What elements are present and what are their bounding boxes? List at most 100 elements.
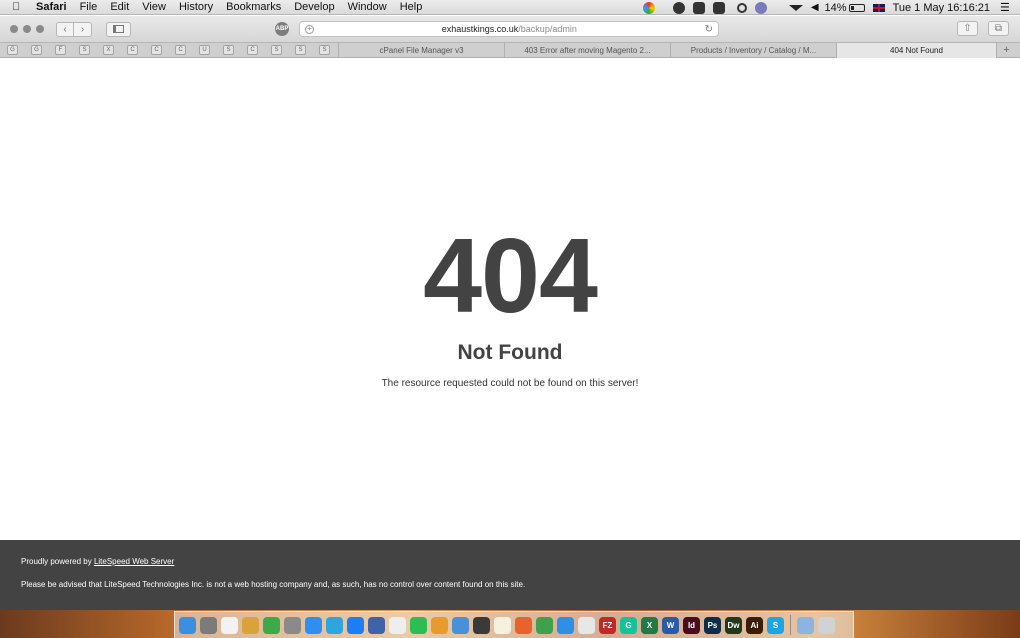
excel-icon[interactable]: X <box>641 616 658 634</box>
pinned-tab[interactable]: C <box>151 45 162 55</box>
photoshop-icon[interactable]: Ps <box>704 616 721 634</box>
search-icon[interactable] <box>736 2 747 13</box>
litespeed-link[interactable]: LiteSpeed Web Server <box>94 557 174 566</box>
menu-app-name[interactable]: Safari <box>36 1 67 13</box>
text-editor-icon[interactable] <box>494 616 511 634</box>
close-window-button[interactable] <box>10 25 18 33</box>
address-bar[interactable]: + exhaustkings.co.uk/backup/admin ↻ <box>299 21 719 37</box>
firefox-icon[interactable] <box>515 616 532 634</box>
dreamweaver-icon[interactable]: Dw <box>725 616 742 634</box>
share-button[interactable]: ⇧ <box>957 21 978 36</box>
tab-403-error[interactable]: 403 Error after moving Magento 2... <box>504 42 670 58</box>
menu-develop[interactable]: Develop <box>294 1 334 13</box>
menu-edit[interactable]: Edit <box>110 1 129 13</box>
clapper-app-icon[interactable] <box>473 616 490 634</box>
url-text[interactable]: exhaustkings.co.uk/backup/admin <box>314 24 705 34</box>
error-code: 404 <box>423 217 598 335</box>
image-app-icon[interactable] <box>368 616 385 634</box>
pinned-tab[interactable]: S <box>295 45 306 55</box>
folder-app-icon[interactable] <box>452 616 469 634</box>
contact-status-icon[interactable] <box>712 1 725 14</box>
sidebar-toggle-button[interactable] <box>106 21 131 37</box>
finder-icon[interactable] <box>179 616 196 634</box>
sublime-text-icon[interactable] <box>431 616 448 634</box>
system-preferences-icon[interactable] <box>200 616 217 634</box>
spotify-icon[interactable] <box>410 616 427 634</box>
apple-icon[interactable]:  <box>12 1 26 13</box>
menu-help[interactable]: Help <box>400 1 423 13</box>
pinned-tab[interactable]: G <box>7 45 18 55</box>
reload-icon[interactable]: ↻ <box>705 24 713 35</box>
battery-percent: 14% <box>824 1 847 14</box>
app-store-icon[interactable] <box>305 616 322 634</box>
tab-products-inventory[interactable]: Products / Inventory / Catalog / M... <box>670 42 836 58</box>
pinned-tab[interactable]: S <box>271 45 282 55</box>
input-source-flag-icon[interactable] <box>872 3 885 12</box>
tab-cpanel-file-manager[interactable]: cPanel File Manager v3 <box>338 42 504 58</box>
vpn-status-icon[interactable] <box>754 1 767 14</box>
tab-404-not-found[interactable]: 404 Not Found <box>836 42 996 58</box>
menubar-clock[interactable]: Tue 1 May 16:16:21 <box>893 2 990 14</box>
minimize-window-button[interactable] <box>23 25 31 33</box>
powered-by-line: Proudly powered by LiteSpeed Web Server <box>21 557 174 566</box>
pinned-tab[interactable]: G <box>31 45 42 55</box>
colorful-status-icon[interactable] <box>642 1 655 14</box>
dock-separator <box>790 615 791 635</box>
url-host: exhaustkings.co.uk <box>441 24 519 34</box>
pinned-tab[interactable]: F <box>55 45 66 55</box>
skype-status-icon[interactable] <box>672 1 685 14</box>
telegram-icon[interactable] <box>326 616 343 634</box>
zoom-window-button[interactable] <box>36 25 44 33</box>
notification-center-icon[interactable]: ☰ <box>1000 1 1012 14</box>
indesign-icon[interactable]: Id <box>683 616 700 634</box>
skype-icon[interactable]: S <box>767 616 784 634</box>
dock: FZ G X W Id Ps Dw Ai S <box>174 611 854 638</box>
filezilla-icon[interactable]: FZ <box>599 616 616 634</box>
status-area: ◀ 14% Tue 1 May 16:16:21 ☰ <box>639 0 1020 15</box>
pinned-tab[interactable]: C <box>247 45 258 55</box>
pinned-tab[interactable]: S <box>79 45 90 55</box>
add-bookmark-icon[interactable]: + <box>305 24 314 34</box>
illustrator-icon[interactable]: Ai <box>746 616 763 634</box>
menu-bookmarks[interactable]: Bookmarks <box>226 1 281 13</box>
menu-history[interactable]: History <box>179 1 213 13</box>
rocket-app-icon[interactable] <box>284 616 301 634</box>
nav-buttons: ‹ › <box>56 21 92 37</box>
pinned-tab[interactable]: S <box>319 45 330 55</box>
calendar-icon[interactable] <box>221 616 238 634</box>
pinned-tab[interactable]: S <box>223 45 234 55</box>
battery-icon[interactable] <box>848 3 865 12</box>
grammarly-icon[interactable]: G <box>620 616 637 634</box>
pinned-tab[interactable]: C <box>127 45 138 55</box>
back-button[interactable]: ‹ <box>56 21 74 37</box>
show-all-tabs-button[interactable]: ⧉ <box>988 21 1009 36</box>
new-tab-button[interactable]: + <box>996 42 1016 58</box>
menu-file[interactable]: File <box>80 1 98 13</box>
downloads-folder-icon[interactable] <box>797 616 814 634</box>
safari-icon[interactable] <box>557 616 574 634</box>
itunes-icon[interactable] <box>578 616 595 634</box>
adblock-plus-icon[interactable]: ABP <box>275 22 289 36</box>
hosting-notice: Please be advised that LiteSpeed Technol… <box>21 580 526 589</box>
menu-window[interactable]: Window <box>348 1 387 13</box>
menu-bar:  Safari File Edit View History Bookmark… <box>0 0 1020 15</box>
error-description: The resource requested could not be foun… <box>381 378 639 389</box>
messenger-icon[interactable] <box>347 616 364 634</box>
word-icon[interactable]: W <box>662 616 679 634</box>
wifi-icon[interactable] <box>788 4 803 11</box>
chevron-left-icon: ‹ <box>63 23 67 35</box>
vpn-shield-icon[interactable] <box>263 616 280 634</box>
pinned-tab[interactable]: C <box>175 45 186 55</box>
pinned-tab[interactable]: X <box>103 45 114 55</box>
chevron-right-icon: › <box>80 23 85 35</box>
pinned-tab[interactable]: U <box>199 45 210 55</box>
chrome-icon[interactable] <box>536 616 553 634</box>
s-status-icon[interactable] <box>692 1 705 14</box>
document-app-icon[interactable] <box>389 616 406 634</box>
forward-button[interactable]: › <box>74 21 92 37</box>
notes-app-icon[interactable] <box>242 616 259 634</box>
browser-toolbar: ‹ › ABP + exhaustkings.co.uk/backup/admi… <box>0 16 1020 42</box>
menu-view[interactable]: View <box>142 1 166 13</box>
volume-icon[interactable]: ◀ <box>811 2 819 13</box>
trash-icon[interactable] <box>818 616 835 634</box>
